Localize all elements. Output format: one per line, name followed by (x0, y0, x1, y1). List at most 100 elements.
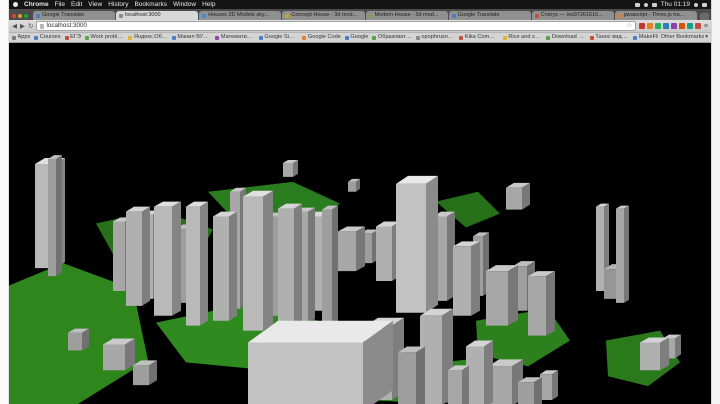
tab-google-translate-2[interactable]: Google Translate (448, 11, 531, 20)
bookmark-label: ЕГЭ (70, 34, 81, 40)
tab-stackoverflow-threejs[interactable]: javascript - Three.js tra... (614, 11, 697, 20)
bookmark-rice-and-shine[interactable]: Rice and shine -... (502, 33, 542, 42)
bookmark-favicon (258, 35, 263, 40)
tab-google-translate-1[interactable]: Google Translate (33, 11, 116, 20)
address-bar[interactable]: localhost:3000 ☆ (36, 21, 636, 31)
apple-icon[interactable] (13, 2, 18, 7)
reload-icon[interactable]: ↻ (28, 22, 33, 30)
tab-favicon (285, 13, 290, 18)
bookmark-courses[interactable]: Courses (34, 33, 61, 42)
tab-concept-house[interactable]: Concept House - 3d mod... (282, 11, 365, 20)
input-language-icon[interactable] (651, 2, 657, 7)
extension-icon[interactable] (646, 23, 653, 29)
back-icon[interactable]: ◀ (12, 22, 17, 30)
spotlight-icon[interactable] (694, 2, 698, 7)
bookmark-favicon (502, 35, 507, 40)
bookmark-download-video[interactable]: Download video fr... (546, 33, 586, 42)
menu-app-name[interactable]: Chrome (24, 0, 49, 9)
other-bookmarks-label: Other Bookmarks (660, 34, 705, 40)
bookmark-favicon (372, 35, 377, 40)
bookmark-google[interactable]: Google (344, 33, 369, 42)
extension-icon[interactable] (686, 23, 693, 29)
tab-favicon (617, 13, 622, 18)
menu-help[interactable]: Help (202, 0, 215, 9)
tab-title: Modern House - 3d mod... (374, 12, 439, 18)
page-content (8, 43, 712, 404)
tab-title: Houses 3D Models sky... (208, 12, 269, 18)
tab-title: Concept House - 3d mod... (291, 12, 358, 18)
tab-status[interactable]: Статус — ios97261616... (531, 11, 614, 20)
url-text[interactable]: localhost:3000 (46, 22, 87, 30)
bookmark-vuz[interactable]: Манил ВУЗ — М... (171, 33, 211, 42)
new-tab-button[interactable] (700, 13, 709, 20)
bookmark-google-code[interactable]: Google Code (302, 33, 341, 42)
threejs-city-canvas[interactable] (8, 43, 712, 404)
zoom-window-button[interactable] (24, 14, 28, 18)
bookmark-label: Google (350, 34, 369, 40)
tab-houses-3d-models[interactable]: Houses 3D Models sky... (199, 11, 282, 20)
extensions-area (638, 23, 701, 29)
screen: Chrome File Edit View History Bookmarks … (0, 0, 720, 404)
minimize-window-button[interactable] (18, 14, 22, 18)
tab-modern-house[interactable]: Modern House - 3d mod... (365, 11, 448, 20)
extension-icon[interactable] (678, 23, 685, 29)
bookmark-label: Яндекс.Образов... (133, 34, 168, 40)
bookmark-star-icon[interactable]: ☆ (626, 22, 632, 30)
bookmark-makefile[interactable]: MakeFile, как и з... (633, 33, 658, 42)
tab-title: Статус — ios97261616... (540, 12, 603, 18)
bookmark-tanos-video[interactable]: Танос видео, кр... (589, 33, 630, 42)
browser-toolbar: ◀ ▶ ↻ localhost:3000 ☆ ≡ (8, 20, 712, 33)
extension-icon[interactable] (694, 23, 701, 29)
bookmark-apps[interactable]: Apps (12, 33, 30, 42)
tab-favicon (451, 13, 456, 18)
wifi-icon[interactable] (643, 2, 648, 7)
bookmark-favicon (215, 35, 220, 40)
macos-menu-bar: Chrome File Edit View History Bookmarks … (8, 0, 712, 9)
menu-status-area: Thu 01:19 (634, 0, 707, 9)
tab-title: Google Translate (42, 12, 84, 18)
bookmark-favicon (459, 35, 464, 40)
menu-edit[interactable]: Edit (71, 0, 82, 9)
menu-view[interactable]: View (88, 0, 102, 9)
menu-bookmarks[interactable]: Bookmarks (134, 0, 167, 9)
bookmark-opophrusnos[interactable]: opophrusnos.com (415, 33, 455, 42)
page-icon (40, 23, 45, 29)
bookmark-favicon (344, 35, 349, 40)
browser-window: Chrome File Edit View History Bookmarks … (8, 0, 712, 404)
extension-icon[interactable] (654, 23, 661, 29)
notification-center-icon[interactable] (702, 2, 707, 7)
close-window-button[interactable] (12, 14, 16, 18)
forward-icon[interactable]: ▶ (20, 22, 25, 30)
bookmark-yandex-edu[interactable]: Яндекс.Образов... (128, 33, 168, 42)
bookmark-favicon (302, 35, 307, 40)
chrome-menu-icon[interactable]: ≡ (704, 23, 708, 30)
bookmark-favicon (633, 35, 638, 40)
menu-history[interactable]: History (108, 0, 128, 9)
extension-icon[interactable] (638, 23, 645, 29)
menu-clock[interactable]: Thu 01:19 (661, 0, 690, 9)
tab-localhost-active[interactable]: localhost:3000 (116, 11, 199, 20)
extension-icon[interactable] (670, 23, 677, 29)
extension-icon[interactable] (662, 23, 669, 29)
bookmark-label: Download video fr... (551, 34, 586, 40)
bookmark-work-problems[interactable]: Work problems (84, 33, 124, 42)
other-bookmarks-button[interactable]: Other Bookmarks ▾ (661, 33, 708, 42)
bookmark-edu[interactable]: Образовательны... (372, 33, 412, 42)
chevron-down-icon: ▾ (705, 34, 708, 40)
menu-file[interactable]: File (55, 0, 65, 9)
bookmark-ege[interactable]: ЕГЭ (64, 33, 81, 42)
tab-title: Google Translate (457, 12, 500, 18)
bookmark-favicon (546, 35, 551, 40)
bookmark-favicon (171, 35, 176, 40)
bookmark-label: Математика / Вс... (220, 34, 255, 40)
bookmark-kika-commerce[interactable]: Kika Commerce C... (459, 33, 499, 42)
menu-window[interactable]: Window (173, 0, 196, 9)
battery-icon[interactable] (634, 2, 640, 7)
bookmark-favicon (589, 35, 594, 40)
tab-favicon (119, 13, 124, 18)
bookmark-label: Танос видео, кр... (595, 34, 630, 40)
bookmark-google-similar[interactable]: Google Similar (258, 33, 298, 42)
bookmark-label: opophrusnos.com (421, 34, 455, 40)
tab-favicon (368, 13, 373, 18)
bookmark-math[interactable]: Математика / Вс... (215, 33, 255, 42)
